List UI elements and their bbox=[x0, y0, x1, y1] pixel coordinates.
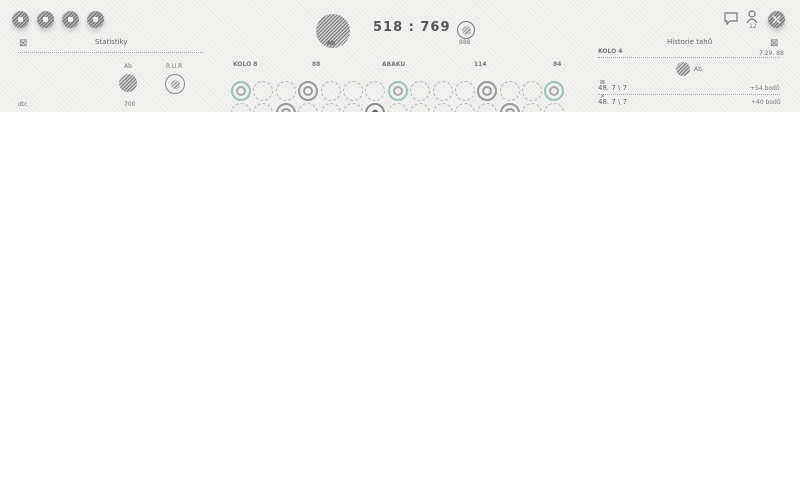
stats-player1-avatar bbox=[119, 74, 137, 92]
board-cell[interactable] bbox=[275, 81, 296, 101]
stats-row-label: dtc bbox=[18, 101, 28, 108]
board-cell[interactable] bbox=[320, 103, 341, 112]
board-cell[interactable] bbox=[432, 81, 453, 101]
board-cell[interactable] bbox=[365, 81, 386, 101]
chat-icon[interactable] bbox=[724, 12, 738, 25]
history-title: Historie tahů bbox=[667, 38, 713, 46]
board-cell[interactable] bbox=[231, 103, 251, 112]
board-cell[interactable] bbox=[454, 103, 475, 112]
menu-button-3[interactable] bbox=[62, 11, 79, 28]
board-cell[interactable] bbox=[298, 81, 319, 101]
square-icon bbox=[68, 17, 73, 22]
stats-col-player1: Ab bbox=[124, 63, 132, 70]
menu-button-2[interactable] bbox=[37, 11, 54, 28]
board-cell[interactable] bbox=[410, 103, 431, 112]
user-count: 12 bbox=[749, 23, 757, 30]
stats-row-value: 700 bbox=[124, 101, 136, 108]
close-icon bbox=[772, 15, 781, 24]
stats-col-player2: R.U.R bbox=[166, 63, 183, 70]
stats-title: Statistiky bbox=[95, 38, 128, 46]
board-row-2 bbox=[231, 103, 567, 112]
board-cell[interactable] bbox=[477, 103, 498, 112]
board-cell[interactable] bbox=[365, 103, 386, 112]
board-cell[interactable] bbox=[522, 81, 543, 101]
board-cell[interactable] bbox=[320, 81, 341, 101]
menu-button-4[interactable] bbox=[87, 11, 104, 28]
history-entry-points: +40 bodů bbox=[751, 99, 781, 106]
blank-area bbox=[0, 112, 800, 480]
board-row-1 bbox=[231, 81, 567, 101]
player-avatar-label: Ab bbox=[327, 40, 335, 47]
board-cell[interactable] bbox=[298, 103, 319, 112]
stats-divider bbox=[18, 52, 203, 53]
history-entry-points: +54 bodů bbox=[750, 85, 780, 92]
stats-player2-icon bbox=[170, 79, 180, 89]
history-round-sub: 7.29. 88 bbox=[759, 50, 784, 57]
history-entry-move: 48. 7 \ 7 bbox=[598, 84, 628, 92]
history-entry-move: 48. 7 \ 7 bbox=[598, 98, 628, 106]
board-header-left-score: 88 bbox=[312, 61, 321, 68]
opponent-badge-label: 888 bbox=[459, 39, 471, 46]
board-cell[interactable] bbox=[544, 81, 565, 101]
board-header-right: 84 bbox=[553, 61, 562, 68]
board-cell[interactable] bbox=[477, 81, 498, 101]
opponent-badge-icon bbox=[461, 25, 471, 35]
history-close-icon[interactable]: ⊠ bbox=[770, 38, 778, 49]
game-area: Ab 518 : 769 888 ⊠ Statistiky Ab R.U.R d… bbox=[0, 0, 800, 112]
board-cell[interactable] bbox=[275, 103, 296, 112]
stats-close-icon[interactable]: ⊠ bbox=[19, 38, 27, 49]
history-entry-divider bbox=[598, 94, 780, 95]
menu-button-1[interactable] bbox=[12, 11, 29, 28]
board-cell[interactable] bbox=[499, 103, 520, 112]
board-cell[interactable] bbox=[387, 103, 408, 112]
board-cell[interactable] bbox=[253, 103, 274, 112]
board-cell[interactable] bbox=[231, 81, 251, 101]
square-icon bbox=[43, 17, 48, 22]
user-icon[interactable] bbox=[746, 10, 758, 24]
history-player-avatar bbox=[676, 62, 690, 76]
board-cell[interactable] bbox=[432, 103, 453, 112]
board-header-round: KOLO 8 bbox=[233, 61, 258, 68]
board-cell[interactable] bbox=[410, 81, 431, 101]
history-round-label: KOLO 4 bbox=[598, 48, 623, 55]
history-divider bbox=[598, 57, 780, 58]
board-cell[interactable] bbox=[522, 103, 543, 112]
board-cell[interactable] bbox=[499, 81, 520, 101]
board-cell[interactable] bbox=[544, 103, 565, 112]
board-cell[interactable] bbox=[454, 81, 475, 101]
board-cell[interactable] bbox=[342, 103, 363, 112]
square-icon bbox=[93, 17, 98, 22]
opponent-badge[interactable] bbox=[457, 21, 475, 39]
board-header-title: ABAKU bbox=[382, 61, 406, 68]
board-header-right-score: 114 bbox=[474, 61, 487, 68]
close-game-button[interactable] bbox=[768, 11, 785, 28]
board-cell[interactable] bbox=[342, 81, 363, 101]
history-player-label: Ab bbox=[694, 66, 702, 73]
square-icon bbox=[18, 17, 23, 22]
score-display: 518 : 769 bbox=[373, 20, 451, 35]
board-cell[interactable] bbox=[253, 81, 274, 101]
board-cell[interactable] bbox=[387, 81, 408, 101]
stats-player2-avatar bbox=[165, 74, 185, 94]
